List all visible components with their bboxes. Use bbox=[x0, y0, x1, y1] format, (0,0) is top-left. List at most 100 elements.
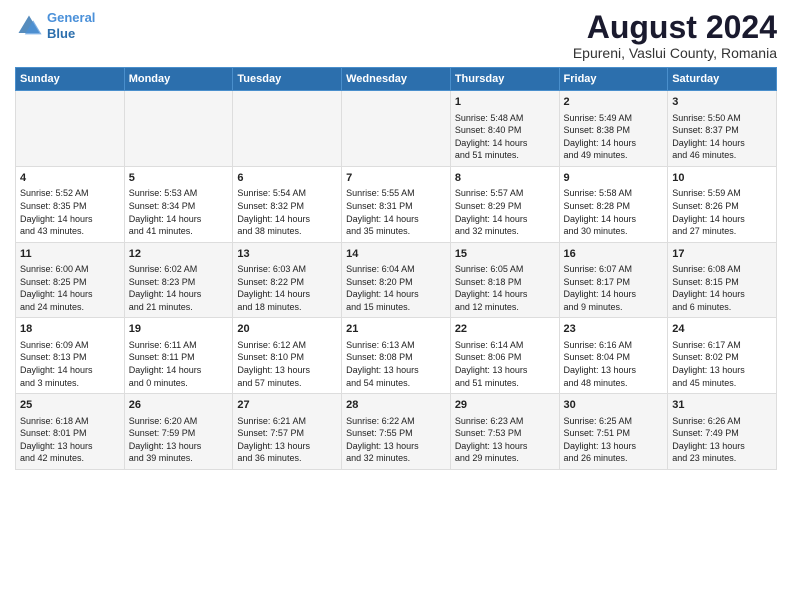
calendar-cell: 9Sunrise: 5:58 AMSunset: 8:28 PMDaylight… bbox=[559, 166, 668, 242]
main-title: August 2024 bbox=[573, 10, 777, 45]
day-info: and 29 minutes. bbox=[455, 453, 519, 463]
day-number: 3 bbox=[672, 95, 772, 110]
day-info: Sunset: 8:35 PM bbox=[20, 201, 87, 211]
day-info: Sunset: 8:20 PM bbox=[346, 277, 413, 287]
day-info: Sunset: 8:13 PM bbox=[20, 352, 87, 362]
day-info: and 30 minutes. bbox=[564, 226, 628, 236]
logo-icon bbox=[15, 12, 43, 40]
calendar-cell: 27Sunrise: 6:21 AMSunset: 7:57 PMDayligh… bbox=[233, 394, 342, 470]
day-info: Sunrise: 6:22 AM bbox=[346, 416, 415, 426]
calendar-week-1: 1Sunrise: 5:48 AMSunset: 8:40 PMDaylight… bbox=[16, 91, 777, 167]
day-info: and 35 minutes. bbox=[346, 226, 410, 236]
day-number: 28 bbox=[346, 398, 446, 413]
day-info: Sunset: 8:18 PM bbox=[455, 277, 522, 287]
day-info: and 3 minutes. bbox=[20, 378, 79, 388]
day-number: 23 bbox=[564, 322, 664, 337]
day-number: 11 bbox=[20, 247, 120, 262]
day-number: 10 bbox=[672, 171, 772, 186]
calendar-cell: 17Sunrise: 6:08 AMSunset: 8:15 PMDayligh… bbox=[668, 242, 777, 318]
day-info: and 32 minutes. bbox=[455, 226, 519, 236]
day-info: Sunset: 8:38 PM bbox=[564, 125, 631, 135]
calendar-cell: 2Sunrise: 5:49 AMSunset: 8:38 PMDaylight… bbox=[559, 91, 668, 167]
day-info: Daylight: 14 hours bbox=[346, 289, 419, 299]
day-info: Sunset: 7:49 PM bbox=[672, 428, 739, 438]
calendar-cell: 12Sunrise: 6:02 AMSunset: 8:23 PMDayligh… bbox=[124, 242, 233, 318]
day-info: Sunrise: 6:05 AM bbox=[455, 264, 524, 274]
title-section: August 2024 Epureni, Vaslui County, Roma… bbox=[573, 10, 777, 61]
calendar-cell: 13Sunrise: 6:03 AMSunset: 8:22 PMDayligh… bbox=[233, 242, 342, 318]
calendar-cell bbox=[342, 91, 451, 167]
day-info: Sunrise: 6:03 AM bbox=[237, 264, 306, 274]
day-info: Sunrise: 6:20 AM bbox=[129, 416, 198, 426]
day-info: and 15 minutes. bbox=[346, 302, 410, 312]
day-info: Sunrise: 6:13 AM bbox=[346, 340, 415, 350]
day-number: 5 bbox=[129, 171, 229, 186]
day-info: Daylight: 14 hours bbox=[237, 214, 310, 224]
calendar-cell: 7Sunrise: 5:55 AMSunset: 8:31 PMDaylight… bbox=[342, 166, 451, 242]
day-info: Sunrise: 6:02 AM bbox=[129, 264, 198, 274]
day-info: Daylight: 14 hours bbox=[564, 214, 637, 224]
day-info: Daylight: 13 hours bbox=[237, 441, 310, 451]
day-info: and 51 minutes. bbox=[455, 378, 519, 388]
day-info: Daylight: 14 hours bbox=[455, 289, 528, 299]
day-info: and 48 minutes. bbox=[564, 378, 628, 388]
day-number: 26 bbox=[129, 398, 229, 413]
day-number: 19 bbox=[129, 322, 229, 337]
day-number: 30 bbox=[564, 398, 664, 413]
day-info: Sunset: 8:15 PM bbox=[672, 277, 739, 287]
day-info: Daylight: 14 hours bbox=[564, 289, 637, 299]
day-number: 4 bbox=[20, 171, 120, 186]
calendar-cell: 10Sunrise: 5:59 AMSunset: 8:26 PMDayligh… bbox=[668, 166, 777, 242]
day-info: Daylight: 14 hours bbox=[564, 138, 637, 148]
col-monday: Monday bbox=[124, 68, 233, 91]
day-info: Daylight: 14 hours bbox=[20, 289, 93, 299]
day-info: and 26 minutes. bbox=[564, 453, 628, 463]
day-info: and 38 minutes. bbox=[237, 226, 301, 236]
calendar-cell: 3Sunrise: 5:50 AMSunset: 8:37 PMDaylight… bbox=[668, 91, 777, 167]
day-info: Sunrise: 6:11 AM bbox=[129, 340, 197, 350]
day-info: Daylight: 14 hours bbox=[672, 214, 745, 224]
day-info: Daylight: 14 hours bbox=[672, 289, 745, 299]
day-info: Sunset: 7:59 PM bbox=[129, 428, 196, 438]
day-info: Sunset: 8:23 PM bbox=[129, 277, 196, 287]
calendar-container: General Blue August 2024 Epureni, Vaslui… bbox=[0, 0, 792, 478]
day-info: Sunrise: 5:54 AM bbox=[237, 188, 306, 198]
day-number: 31 bbox=[672, 398, 772, 413]
logo: General Blue bbox=[15, 10, 95, 41]
day-info: Daylight: 13 hours bbox=[455, 441, 528, 451]
day-number: 16 bbox=[564, 247, 664, 262]
day-info: Daylight: 14 hours bbox=[129, 365, 202, 375]
day-info: Daylight: 14 hours bbox=[455, 214, 528, 224]
day-info: Daylight: 14 hours bbox=[20, 365, 93, 375]
day-info: and 49 minutes. bbox=[564, 150, 628, 160]
day-info: Sunrise: 5:55 AM bbox=[346, 188, 415, 198]
day-info: Sunrise: 6:12 AM bbox=[237, 340, 306, 350]
day-info: Sunset: 7:53 PM bbox=[455, 428, 522, 438]
calendar-header: Sunday Monday Tuesday Wednesday Thursday… bbox=[16, 68, 777, 91]
day-info: Sunrise: 6:18 AM bbox=[20, 416, 89, 426]
calendar-cell: 21Sunrise: 6:13 AMSunset: 8:08 PMDayligh… bbox=[342, 318, 451, 394]
day-info: Sunrise: 6:08 AM bbox=[672, 264, 741, 274]
day-number: 14 bbox=[346, 247, 446, 262]
calendar-cell: 16Sunrise: 6:07 AMSunset: 8:17 PMDayligh… bbox=[559, 242, 668, 318]
day-info: Daylight: 13 hours bbox=[564, 365, 637, 375]
day-info: Daylight: 13 hours bbox=[129, 441, 202, 451]
col-thursday: Thursday bbox=[450, 68, 559, 91]
day-info: Sunrise: 5:48 AM bbox=[455, 113, 524, 123]
day-info: Sunset: 8:34 PM bbox=[129, 201, 196, 211]
day-number: 2 bbox=[564, 95, 664, 110]
day-info: Sunset: 8:04 PM bbox=[564, 352, 631, 362]
calendar-cell: 20Sunrise: 6:12 AMSunset: 8:10 PMDayligh… bbox=[233, 318, 342, 394]
day-info: Sunset: 8:08 PM bbox=[346, 352, 413, 362]
day-info: Sunset: 8:31 PM bbox=[346, 201, 413, 211]
day-info: Sunrise: 5:57 AM bbox=[455, 188, 524, 198]
calendar-cell: 23Sunrise: 6:16 AMSunset: 8:04 PMDayligh… bbox=[559, 318, 668, 394]
calendar-cell: 25Sunrise: 6:18 AMSunset: 8:01 PMDayligh… bbox=[16, 394, 125, 470]
day-info: and 43 minutes. bbox=[20, 226, 84, 236]
calendar-cell: 5Sunrise: 5:53 AMSunset: 8:34 PMDaylight… bbox=[124, 166, 233, 242]
col-wednesday: Wednesday bbox=[342, 68, 451, 91]
calendar-body: 1Sunrise: 5:48 AMSunset: 8:40 PMDaylight… bbox=[16, 91, 777, 470]
col-friday: Friday bbox=[559, 68, 668, 91]
day-info: Sunset: 8:25 PM bbox=[20, 277, 87, 287]
day-info: and 18 minutes. bbox=[237, 302, 301, 312]
